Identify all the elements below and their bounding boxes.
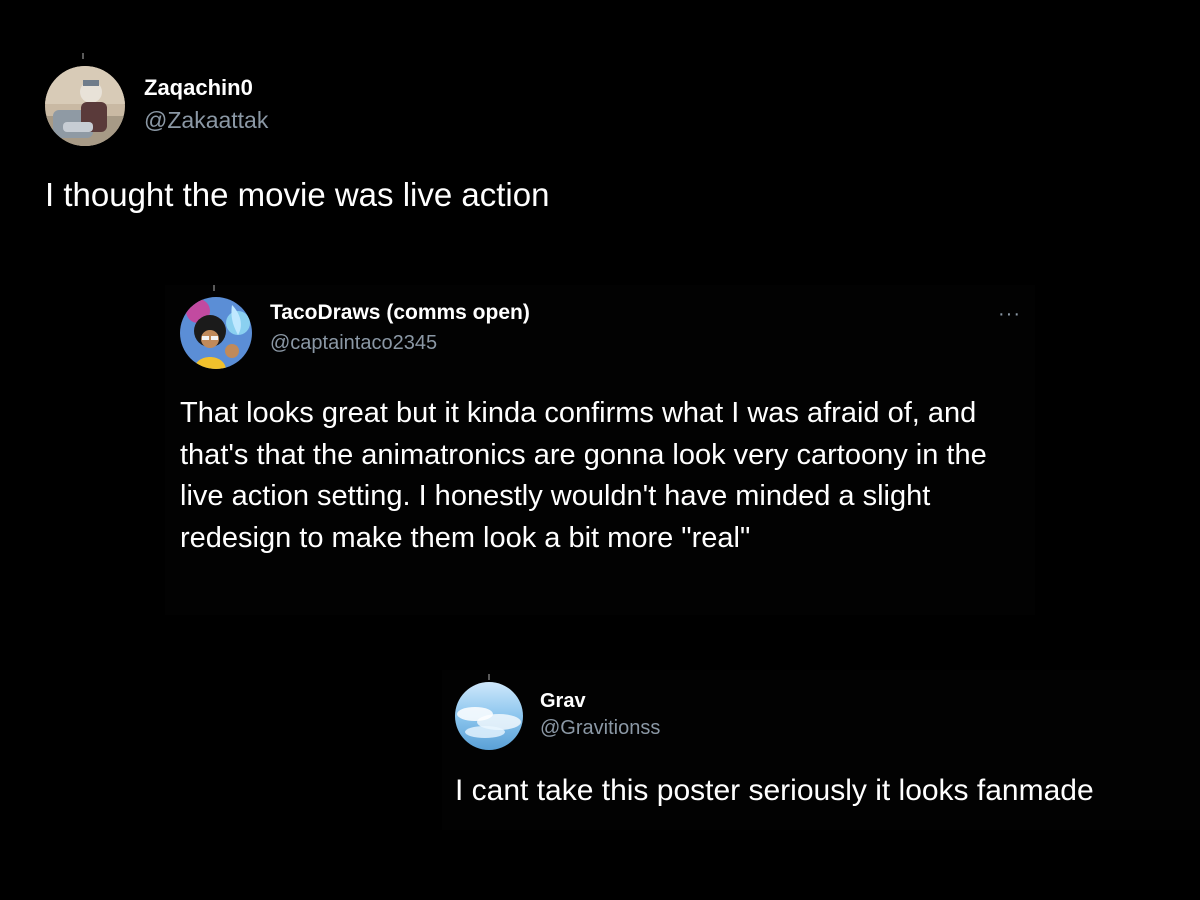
user-avatar-cartoon-icon: [180, 297, 252, 369]
tweet-card[interactable]: TacoDraws (comms open) @captaintaco2345 …: [165, 285, 1035, 615]
user-avatar-photo-icon: [45, 66, 125, 146]
display-name[interactable]: Grav: [540, 690, 586, 713]
tweet-card[interactable]: Grav @Gravitionss I cant take this poste…: [442, 670, 1200, 830]
user-handle[interactable]: @Zakaattak: [144, 107, 268, 134]
divider-mark: [488, 674, 490, 680]
user-handle[interactable]: @captaintaco2345: [270, 332, 437, 355]
user-handle[interactable]: @Gravitionss: [540, 717, 660, 740]
tweet-text: That looks great but it kinda confirms w…: [180, 397, 987, 554]
avatar[interactable]: [180, 297, 252, 369]
tweet-text: I cant take this poster seriously it loo…: [455, 774, 1094, 807]
more-options-icon[interactable]: ···: [998, 303, 1021, 326]
tweet-card[interactable]: Zaqachin0 @Zakaattak I thought the movie…: [30, 50, 790, 230]
avatar[interactable]: [45, 66, 125, 146]
display-name[interactable]: Zaqachin0: [144, 75, 253, 101]
divider-mark: [82, 53, 84, 59]
divider-mark: [213, 285, 215, 291]
avatar[interactable]: [455, 682, 523, 750]
user-avatar-sky-icon: [455, 682, 523, 750]
display-name[interactable]: TacoDraws (comms open): [270, 301, 530, 325]
tweet-text: I thought the movie was live action: [45, 176, 550, 213]
